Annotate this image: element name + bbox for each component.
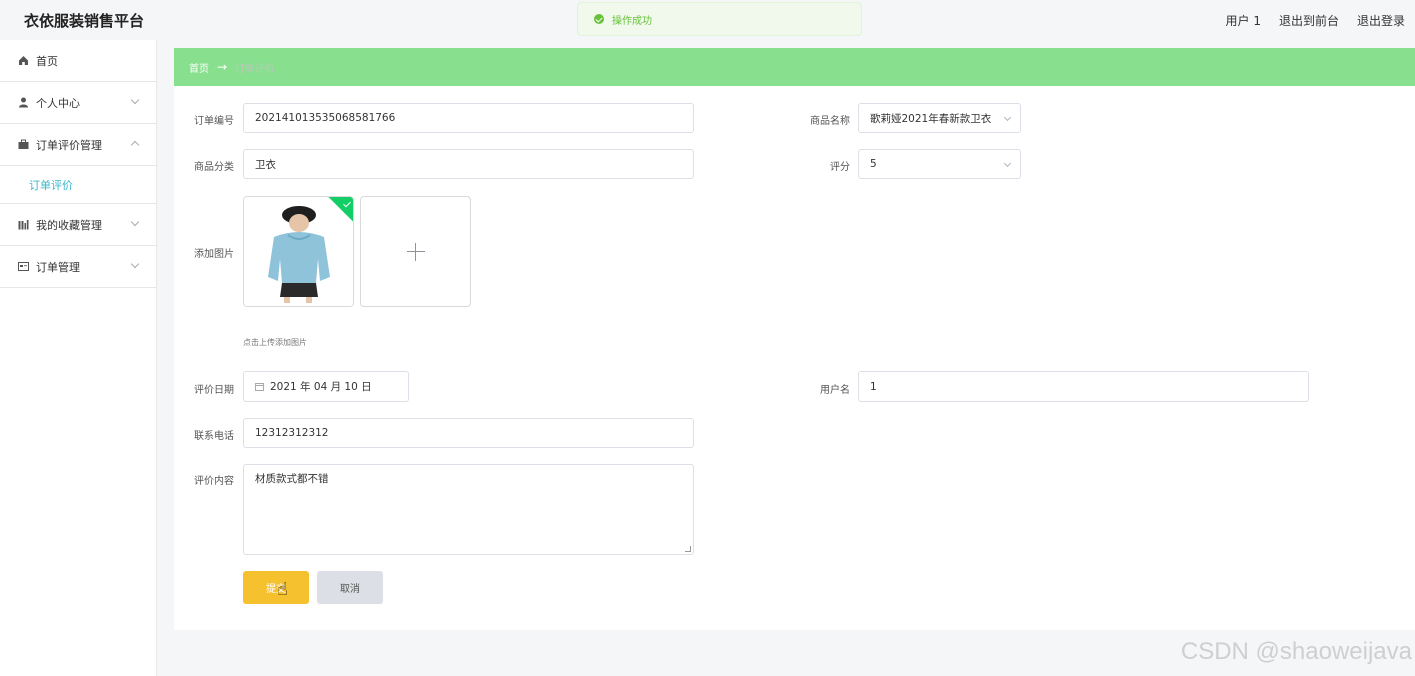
breadcrumb: 首页 → 订单评价 — [174, 48, 1415, 86]
sidebar-item-label: 订单管理 — [36, 260, 80, 274]
breadcrumb-home[interactable]: 首页 — [189, 60, 209, 75]
user-link[interactable]: 用户 1 — [1226, 12, 1261, 29]
date-picker[interactable]: 2021 年 04 月 10 日 — [243, 371, 409, 402]
date-label: 评价日期 — [194, 385, 234, 396]
product-name-value: 歌莉娅2021年春新款卫衣 — [870, 112, 992, 125]
sidebar-item-label: 个人中心 — [36, 96, 80, 110]
home-icon — [18, 55, 29, 66]
resize-handle[interactable] — [685, 546, 691, 552]
phone-value: 12312312312 — [255, 427, 329, 439]
back-to-front-link[interactable]: 退出到前台 — [1279, 12, 1339, 29]
review-form-panel: 订单编号 202141013535068581766 商品名称 歌莉娅2021年… — [174, 86, 1415, 630]
content-textarea[interactable]: 材质款式都不错 — [243, 464, 694, 555]
chevron-down-icon — [130, 95, 140, 105]
phone-label: 联系电话 — [194, 431, 234, 442]
sidebar-subitem-order-review[interactable]: 订单评价 — [0, 166, 156, 204]
product-name-label: 商品名称 — [810, 116, 850, 127]
toast-message: 操作成功 — [612, 15, 652, 27]
sidebar-item-home[interactable]: 首页 — [0, 40, 156, 82]
breadcrumb-current: 订单评价 — [235, 63, 276, 75]
watermark: CSDN @shaoweijava — [1180, 638, 1412, 665]
logout-link[interactable]: 退出登录 — [1357, 12, 1405, 29]
category-field[interactable]: 卫衣 — [243, 149, 694, 179]
content-label: 评价内容 — [194, 476, 234, 487]
sidebar-item-personal-center[interactable]: 个人中心 — [0, 82, 156, 124]
sidebar-item-order-mgmt[interactable]: 订单管理 — [0, 246, 156, 288]
calendar-icon — [255, 382, 264, 391]
sidebar-item-favorites-mgmt[interactable]: 我的收藏管理 — [0, 204, 156, 246]
briefcase-icon — [18, 139, 29, 150]
upload-tip: 点击上传添加图片 — [243, 338, 307, 347]
username-label: 用户名 — [820, 385, 850, 396]
top-links: 用户 1 退出到前台 退出登录 — [1226, 12, 1405, 29]
hoodie-photo — [244, 197, 353, 306]
category-label: 商品分类 — [194, 162, 234, 173]
app-title: 衣依服装销售平台 — [24, 12, 145, 30]
add-image-button[interactable] — [360, 196, 471, 307]
rating-value: 5 — [870, 158, 877, 170]
sidebar: 首页 个人中心 订单评价管理 订单评价 我的收藏管理 订单管理 — [0, 40, 157, 676]
order-no-value: 202141013535068581766 — [255, 112, 396, 124]
order-no-field[interactable]: 202141013535068581766 — [243, 103, 694, 133]
uploaded-image-thumbnail[interactable] — [243, 196, 354, 307]
sidebar-item-label: 首页 — [36, 54, 58, 68]
cancel-button[interactable]: 取消 — [317, 571, 383, 604]
rating-label: 评分 — [830, 162, 850, 173]
order-no-label: 订单编号 — [194, 116, 234, 127]
success-toast: 操作成功 — [577, 2, 862, 36]
phone-field[interactable]: 12312312312 — [243, 418, 694, 448]
username-value: 1 — [870, 380, 877, 393]
image-label: 添加图片 — [194, 249, 234, 260]
check-circle-icon — [594, 14, 604, 24]
breadcrumb-arrow: → — [217, 60, 228, 74]
rating-select[interactable]: 5 — [858, 149, 1021, 179]
username-field[interactable]: 1 — [858, 371, 1309, 402]
chevron-up-icon — [130, 140, 140, 150]
user-icon — [18, 97, 29, 108]
chevron-down-icon — [1003, 113, 1012, 122]
date-value: 2021 年 04 月 10 日 — [270, 381, 372, 393]
plus-icon — [407, 243, 425, 261]
sidebar-item-label: 我的收藏管理 — [36, 218, 102, 232]
chevron-down-icon — [130, 259, 140, 269]
product-name-select[interactable]: 歌莉娅2021年春新款卫衣 — [858, 103, 1021, 133]
category-value: 卫衣 — [255, 158, 276, 171]
sidebar-item-order-review-mgmt[interactable]: 订单评价管理 — [0, 124, 156, 166]
chevron-down-icon — [1003, 159, 1012, 168]
card-icon — [18, 261, 29, 272]
submit-button[interactable]: 提交 — [243, 571, 309, 604]
sidebar-item-label: 订单评价管理 — [36, 138, 102, 152]
bar-chart-icon — [18, 219, 29, 230]
content-value: 材质款式都不错 — [255, 473, 329, 485]
chevron-down-icon — [130, 217, 140, 227]
